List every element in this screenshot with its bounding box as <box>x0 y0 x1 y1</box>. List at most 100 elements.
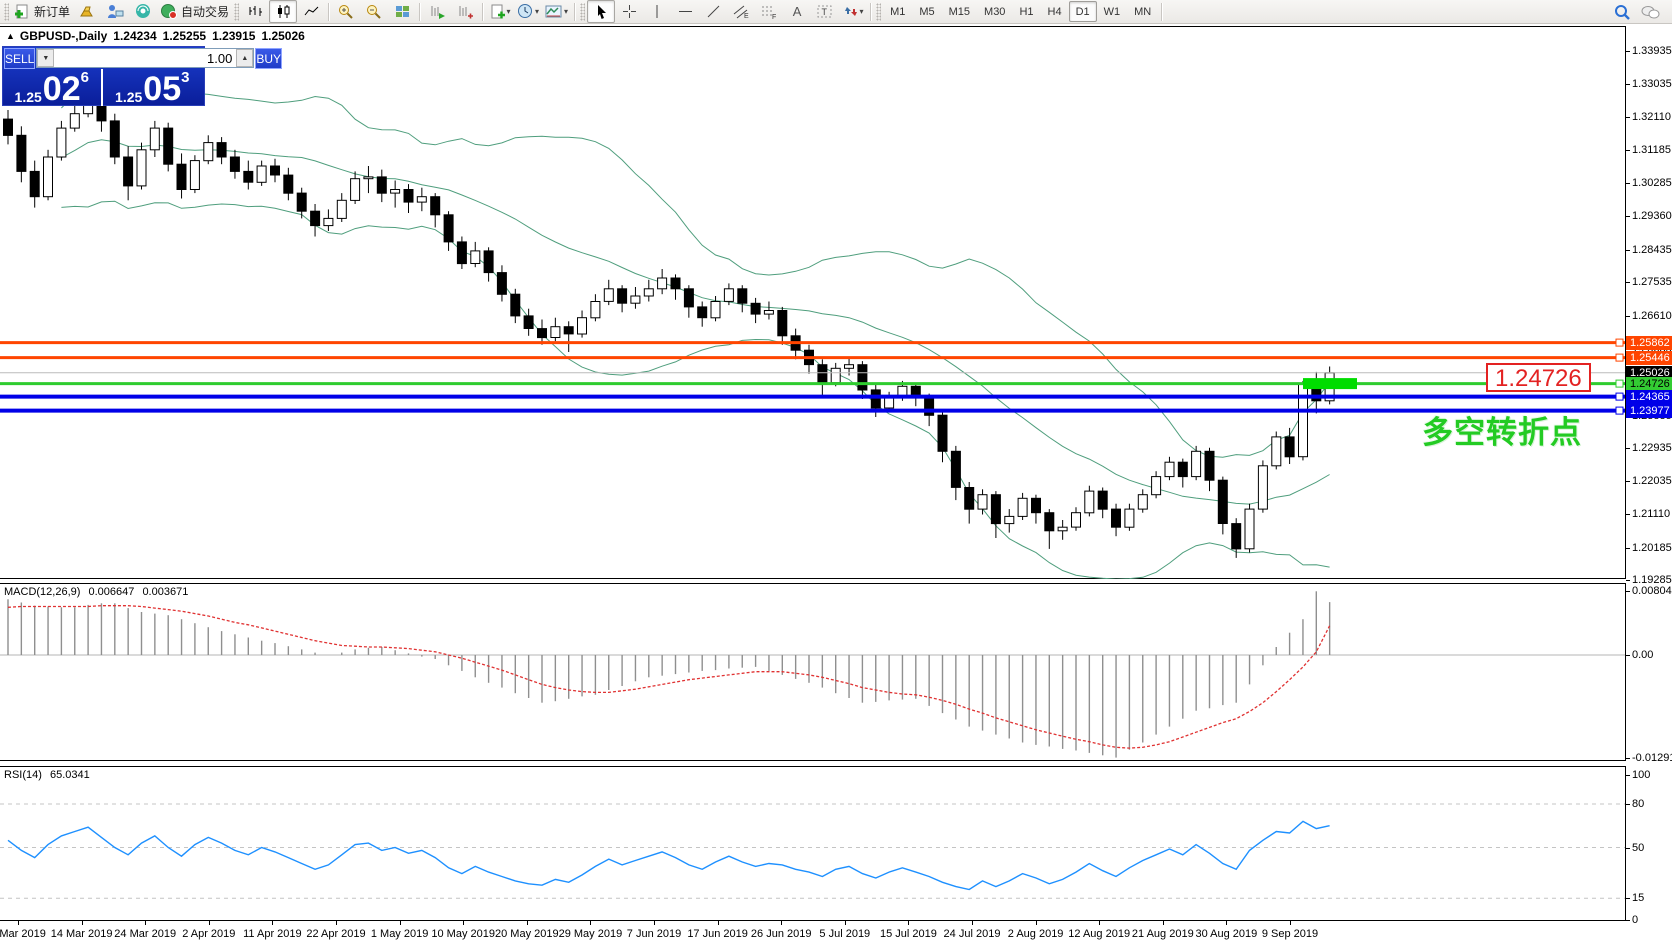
search-button[interactable] <box>1608 0 1636 23</box>
auto-trading-button[interactable]: 自动交易 <box>157 0 232 23</box>
chart-title: ▲ GBPUSD-,Daily 1.24234 1.25255 1.23915 … <box>6 29 311 43</box>
sell-button[interactable]: SELL <box>4 48 35 69</box>
sell-price-sup: 6 <box>81 70 89 85</box>
toolbar-separator <box>1161 3 1162 21</box>
vertical-line-tool-button[interactable] <box>643 0 671 23</box>
horizontal-line-tool-button[interactable] <box>671 0 699 23</box>
date-label: 20 May 2019 <box>495 928 559 940</box>
chart-shift-button[interactable] <box>451 0 479 23</box>
zoom-out-button[interactable] <box>360 0 388 23</box>
toolbar-grip[interactable] <box>4 3 9 21</box>
line-chart-button[interactable] <box>297 0 325 23</box>
macd-main-value: 0.006647 <box>88 586 134 598</box>
date-tick <box>845 921 846 925</box>
volume-input[interactable] <box>54 49 236 67</box>
templates-button[interactable]: ▾ <box>542 0 571 23</box>
timeframe-w1-button[interactable]: W1 <box>1097 1 1128 22</box>
axis-tick-label: 1.22935 <box>1626 441 1672 455</box>
toolbar-grip[interactable] <box>234 3 239 21</box>
date-tick <box>1163 921 1164 925</box>
search-icon <box>1613 3 1632 21</box>
bar-chart-button[interactable] <box>241 0 269 23</box>
new-order-button[interactable]: 新订单 <box>11 0 73 23</box>
date-tick <box>654 921 655 925</box>
collapse-panel-icon[interactable]: ▲ <box>6 31 15 41</box>
zoom-in-button[interactable] <box>332 0 360 23</box>
date-label: 21 Aug 2019 <box>1132 928 1194 940</box>
axis-tick-label: 100 <box>1626 768 1650 782</box>
volume-down-button[interactable]: ▼ <box>37 49 54 67</box>
price-badge: 1.25446 <box>1626 351 1672 365</box>
timeframe-m1-button[interactable]: M1 <box>883 1 912 22</box>
macd-name: MACD(12,26,9) <box>4 586 80 598</box>
buy-price-sup: 3 <box>181 70 189 85</box>
rsi-panel[interactable] <box>0 766 1626 921</box>
timeframe-m15-button[interactable]: M15 <box>942 1 977 22</box>
high-value: 1.25255 <box>163 29 206 43</box>
arrows-shapes-icon <box>843 3 859 20</box>
axis-tick-label: 1.31185 <box>1626 143 1671 157</box>
axis-tick-label: 1.20185 <box>1626 541 1672 555</box>
date-label: 14 Mar 2019 <box>51 928 113 940</box>
axis-tick-label: 50 <box>1626 841 1644 855</box>
new-chart-button[interactable]: ▾ <box>486 0 514 23</box>
date-tick <box>336 921 337 925</box>
cursor-tool-button[interactable] <box>587 0 615 23</box>
horizontal-line-icon <box>677 3 694 20</box>
trendline-tool-button[interactable] <box>699 0 727 23</box>
channel-tool-button[interactable]: E <box>727 0 755 23</box>
terminal-button[interactable] <box>101 0 129 23</box>
price-badge: 1.24365 <box>1626 390 1672 404</box>
bar-chart-icon <box>247 3 264 20</box>
date-label: 15 Jul 2019 <box>880 928 937 940</box>
date-tick <box>1099 921 1100 925</box>
timeframe-m30-button[interactable]: M30 <box>977 1 1012 22</box>
auto-trading-icon <box>160 3 178 20</box>
macd-panel[interactable] <box>0 583 1626 761</box>
timeframe-h4-button[interactable]: H4 <box>1041 1 1069 22</box>
timeframe-m5-button[interactable]: M5 <box>912 1 941 22</box>
community-button[interactable] <box>1636 0 1664 23</box>
date-label: 5 Jul 2019 <box>819 928 870 940</box>
turning-point-note[interactable]: 多空转折点 <box>1422 407 1582 452</box>
crosshair-tool-button[interactable] <box>615 0 643 23</box>
text-label-tool-button[interactable]: T <box>811 0 839 23</box>
date-label: 2 Apr 2019 <box>182 928 235 940</box>
clock-icon <box>517 3 534 20</box>
gold-icon <box>78 3 96 20</box>
buy-price[interactable]: 1.25 05 3 <box>103 69 203 106</box>
date-tick <box>463 921 464 925</box>
tile-windows-button[interactable] <box>388 0 416 23</box>
rsi-value: 65.0341 <box>50 769 90 781</box>
axis-tick-label: 15 <box>1626 891 1644 905</box>
buy-button[interactable]: BUY <box>255 48 282 69</box>
arrows-tool-button[interactable]: ▾ <box>839 0 867 23</box>
date-tick <box>1226 921 1227 925</box>
date-label: 22 Apr 2019 <box>306 928 365 940</box>
main-chart-panel[interactable] <box>0 26 1626 579</box>
signals-button[interactable] <box>129 0 157 23</box>
toolbar-grip[interactable] <box>876 3 881 21</box>
text-tool-button[interactable]: A <box>783 0 811 23</box>
fibonacci-tool-button[interactable]: F <box>755 0 783 23</box>
mt4-window: { "toolbar": { "labels": {"new_order": "… <box>0 0 1672 945</box>
open-value: 1.24234 <box>113 29 156 43</box>
volume-up-button[interactable]: ▲ <box>236 49 253 67</box>
timeframe-h1-button[interactable]: H1 <box>1012 1 1040 22</box>
axis-tick-label: 1.22035 <box>1626 474 1672 488</box>
rsi-name: RSI(14) <box>4 769 42 781</box>
auto-scroll-button[interactable] <box>423 0 451 23</box>
timeframe-d1-button[interactable]: D1 <box>1069 1 1097 22</box>
close-value: 1.25026 <box>261 29 304 43</box>
price-badge: 1.25862 <box>1626 336 1672 350</box>
sell-price[interactable]: 1.25 02 6 <box>3 69 103 106</box>
profiles-button[interactable]: ▾ <box>514 0 542 23</box>
price-label-box[interactable]: 1.24726 <box>1486 363 1591 392</box>
candlestick-chart-button[interactable] <box>269 0 297 23</box>
timeframe-mn-button[interactable]: MN <box>1127 1 1158 22</box>
date-label: 7 Jun 2019 <box>627 928 681 940</box>
dropdown-arrow-icon: ▾ <box>860 7 864 16</box>
date-label: 11 Apr 2019 <box>243 928 302 940</box>
toolbar-grip[interactable] <box>580 3 585 21</box>
market-watch-button[interactable] <box>73 0 101 23</box>
